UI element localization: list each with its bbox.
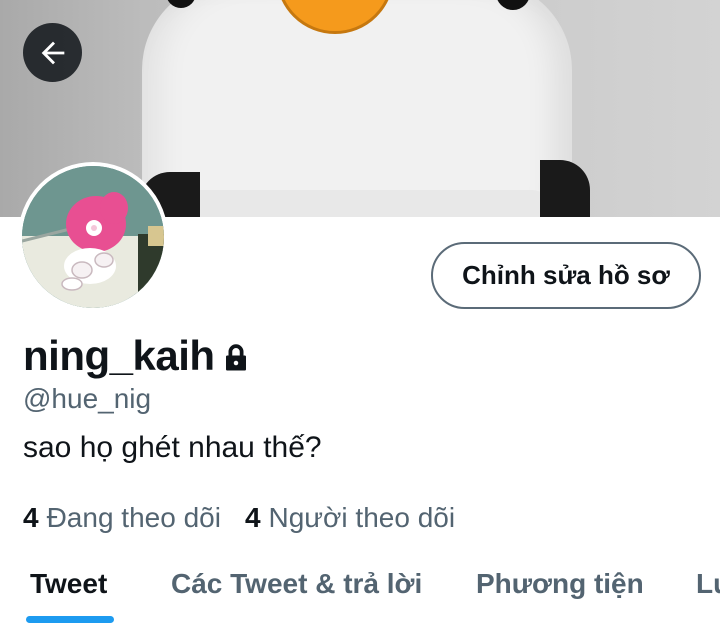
- banner-penguin-flipper: [540, 160, 590, 217]
- edit-profile-button[interactable]: Chỉnh sửa hồ sơ: [431, 242, 701, 309]
- profile-stats: 4 Đang theo dõi 4 Người theo dõi: [23, 500, 455, 536]
- tab-media[interactable]: Phương tiện: [476, 560, 644, 600]
- display-name: ning_kaih: [23, 332, 215, 379]
- tab-likes[interactable]: Lư: [696, 560, 720, 600]
- avatar-image: [22, 166, 164, 308]
- back-button[interactable]: [23, 23, 82, 82]
- profile-handle: @hue_nig: [23, 383, 152, 414]
- display-name-row: ning_kaih: [23, 330, 251, 382]
- active-tab-indicator: [26, 616, 114, 623]
- following-label: Đang theo dõi: [46, 502, 221, 533]
- avatar[interactable]: [18, 162, 168, 312]
- following-count: 4: [23, 502, 39, 533]
- profile-bio: sao họ ghét nhau thế?: [23, 431, 322, 464]
- followers-stat[interactable]: 4 Người theo dõi: [245, 502, 455, 534]
- following-stat[interactable]: 4 Đang theo dõi: [23, 502, 221, 534]
- arrow-left-icon: [41, 41, 64, 64]
- profile-tabs: Tweet Các Tweet & trả lời Phương tiện Lư: [0, 560, 720, 623]
- banner-penguin-body: [142, 0, 572, 217]
- tab-tweets[interactable]: Tweet: [30, 560, 107, 600]
- followers-label: Người theo dõi: [268, 502, 456, 533]
- followers-count: 4: [244, 502, 261, 533]
- tab-tweets-and-replies[interactable]: Các Tweet & trả lời: [171, 560, 422, 600]
- lock-icon: [225, 344, 246, 371]
- banner-penguin-belly: [172, 190, 552, 217]
